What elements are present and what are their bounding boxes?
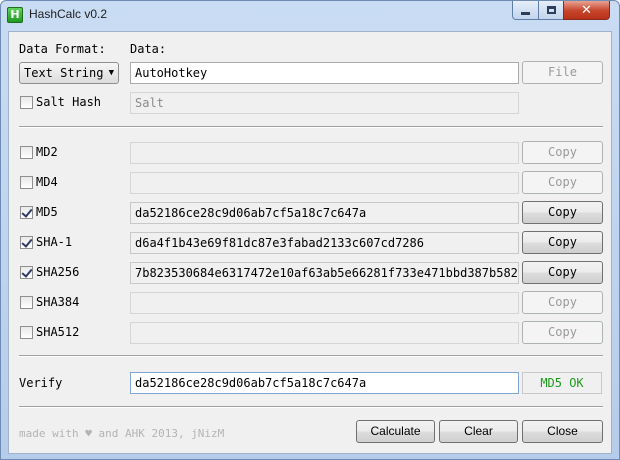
md2-hash-field[interactable]	[130, 142, 519, 164]
minimize-icon	[521, 11, 530, 15]
sha1-copy-button[interactable]: Copy	[522, 231, 603, 254]
sha256-copy-button[interactable]: Copy	[522, 261, 603, 284]
footer-credit: made with ♥ and AHK 2013, jNizM	[19, 427, 225, 440]
maximize-icon	[546, 6, 556, 14]
minimize-button[interactable]	[512, 1, 539, 20]
verify-input[interactable]: da52186ce28c9d06ab7cf5a18c7c647a	[130, 372, 519, 394]
sha512-copy-button[interactable]: Copy	[522, 321, 603, 344]
md5-copy-button[interactable]: Copy	[522, 201, 603, 224]
client-area: Data Format: Data: Text String ▼ AutoHot…	[8, 31, 612, 454]
window-title: HashCalc v0.2	[29, 7, 108, 21]
file-button[interactable]: File	[522, 61, 603, 84]
sha384-copy-button[interactable]: Copy	[522, 291, 603, 314]
md4-copy-button[interactable]: Copy	[522, 171, 603, 194]
salt-input[interactable]: Salt	[130, 92, 519, 114]
data-label: Data:	[130, 42, 167, 56]
md2-checkbox[interactable]	[20, 146, 33, 159]
sha384-label: SHA384	[36, 295, 80, 309]
sha1-hash-field[interactable]: d6a4f1b43e69f81dc87e3fabad2133c607cd7286	[130, 232, 519, 254]
close-window-button[interactable]: ✕	[563, 1, 610, 20]
md4-hash-field[interactable]	[130, 172, 519, 194]
sha256-label: SHA256	[36, 265, 80, 279]
divider-bottom	[19, 406, 603, 408]
app-icon: H	[7, 7, 23, 23]
sha256-hash-field[interactable]: 7b823530684e6317472e10af63ab5e66281f733e…	[130, 262, 519, 284]
title-bar[interactable]: H HashCalc v0.2 ✕	[1, 1, 619, 31]
calculate-button[interactable]: Calculate	[356, 420, 435, 443]
sha512-checkbox[interactable]	[20, 326, 33, 339]
sha512-label: SHA512	[36, 325, 80, 339]
data-format-selected: Text String	[24, 66, 104, 80]
md5-hash-field[interactable]: da52186ce28c9d06ab7cf5a18c7c647a	[130, 202, 519, 224]
maximize-button[interactable]	[538, 1, 564, 20]
md5-checkbox[interactable]	[20, 206, 33, 219]
sha512-hash-field[interactable]	[130, 322, 519, 344]
verify-status: MD5 OK	[522, 372, 602, 394]
md2-copy-button[interactable]: Copy	[522, 141, 603, 164]
close-button[interactable]: Close	[522, 420, 603, 443]
divider-top	[19, 126, 603, 128]
sha384-checkbox[interactable]	[20, 296, 33, 309]
data-format-label: Data Format:	[19, 42, 106, 56]
sha256-checkbox[interactable]	[20, 266, 33, 279]
md2-label: MD2	[36, 145, 58, 159]
sha1-checkbox[interactable]	[20, 236, 33, 249]
verify-label: Verify	[19, 376, 63, 390]
hashcalc-window: H HashCalc v0.2 ✕ Data Format: Data: Tex…	[0, 0, 620, 460]
chevron-down-icon: ▼	[108, 68, 114, 78]
close-icon: ✕	[581, 2, 592, 18]
data-input[interactable]: AutoHotkey	[130, 62, 519, 84]
divider-middle	[19, 355, 603, 357]
sha384-hash-field[interactable]	[130, 292, 519, 314]
md5-label: MD5	[36, 205, 58, 219]
sha1-label: SHA-1	[36, 235, 73, 249]
salt-hash-label: Salt Hash	[36, 95, 102, 109]
clear-button[interactable]: Clear	[439, 420, 518, 443]
salt-hash-checkbox[interactable]	[20, 96, 33, 109]
md4-label: MD4	[36, 175, 58, 189]
md4-checkbox[interactable]	[20, 176, 33, 189]
data-format-select[interactable]: Text String ▼	[19, 62, 119, 84]
